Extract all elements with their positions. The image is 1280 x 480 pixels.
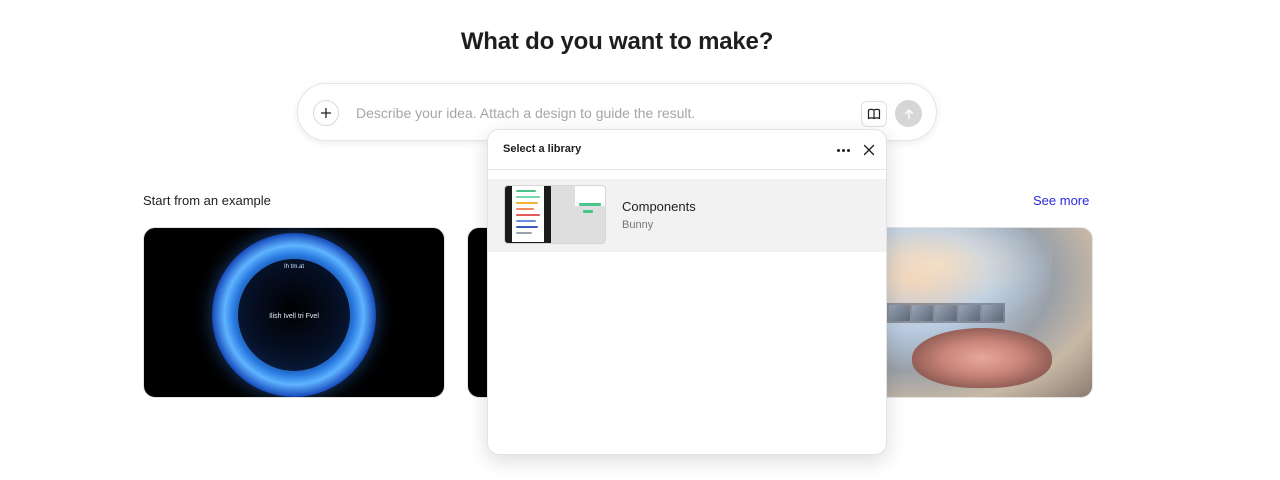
plus-icon	[321, 108, 331, 118]
close-popover-button[interactable]	[860, 141, 878, 159]
portrait-lips	[912, 328, 1052, 388]
examples-label: Start from an example	[143, 193, 271, 208]
see-more-link[interactable]: See more	[1033, 193, 1089, 208]
portrait-thumbnail-strip	[887, 303, 1005, 323]
more-horizontal-icon	[836, 148, 850, 152]
example-card-portal[interactable]: Ih tm.at Ilish Ivell tri Fvel	[143, 227, 445, 398]
popover-title: Select a library	[503, 143, 582, 155]
send-button[interactable]	[895, 100, 922, 127]
portal-text-center: Ilish Ivell tri Fvel	[269, 313, 319, 320]
portal-graphic: Ih tm.at Ilish Ivell tri Fvel	[212, 233, 376, 397]
library-name: Components	[622, 199, 696, 214]
library-thumbnail	[504, 185, 606, 244]
page-title: What do you want to make?	[460, 28, 774, 55]
more-options-button[interactable]	[834, 141, 852, 159]
add-attachment-button[interactable]	[313, 100, 339, 126]
book-open-icon	[867, 108, 881, 120]
arrow-up-icon	[904, 108, 913, 119]
prompt-input[interactable]	[356, 103, 836, 123]
portal-text-top: Ih tm.at	[283, 264, 304, 270]
library-button[interactable]	[861, 101, 887, 127]
library-owner: Bunny	[622, 219, 654, 231]
popover-header: Select a library	[488, 130, 886, 170]
library-item[interactable]: Components Bunny	[488, 179, 886, 252]
library-popover: Select a library Components Bunny	[487, 129, 887, 455]
close-icon	[863, 144, 875, 156]
